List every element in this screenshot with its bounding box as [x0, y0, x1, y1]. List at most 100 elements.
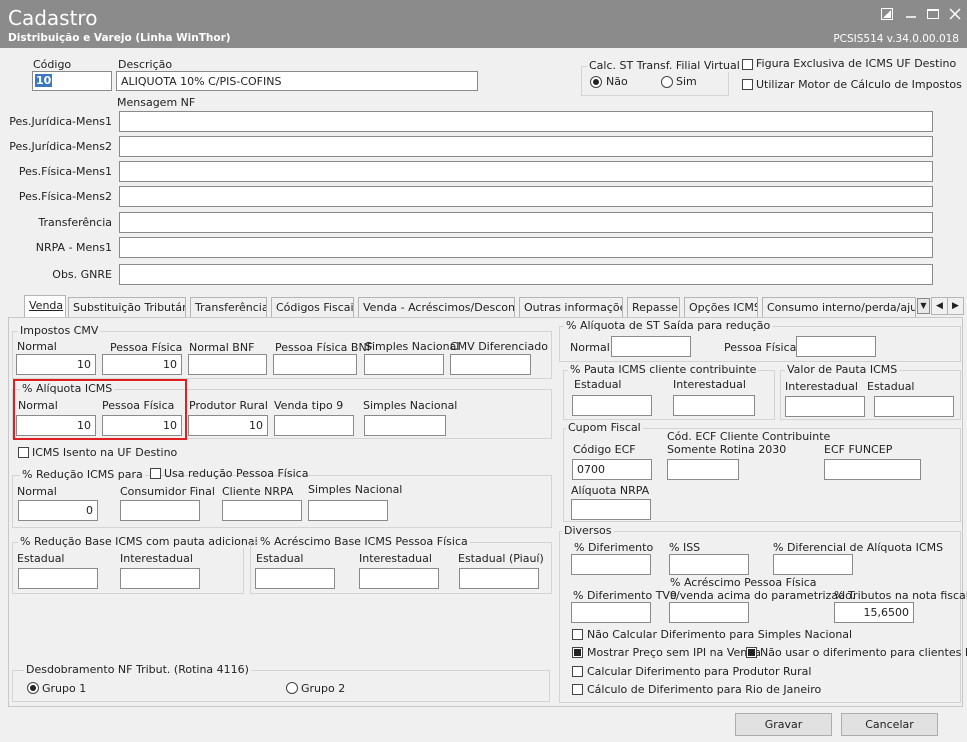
nao-calcular-checkbox[interactable] — [572, 629, 583, 640]
aliquota-nrpa-input[interactable] — [571, 499, 651, 520]
figura-exclusiva-checkbox[interactable] — [742, 59, 753, 70]
vp-interestadual-label: Interestadual — [785, 380, 858, 393]
calculo-rj-checkbox[interactable] — [572, 684, 583, 695]
minimize-icon[interactable] — [904, 8, 918, 22]
red-simples-input[interactable] — [308, 500, 388, 521]
iss-input[interactable] — [669, 554, 749, 575]
restore-icon[interactable] — [880, 8, 894, 22]
cmv-simples-input[interactable] — [364, 354, 444, 375]
tab-2[interactable]: Transferência — [190, 297, 267, 317]
codigo-ecf-input[interactable]: 0700 — [572, 459, 652, 480]
tab-4[interactable]: Venda - Acréscimos/Descontos — [358, 297, 515, 317]
calcular-produtor-checkbox[interactable] — [572, 666, 583, 677]
grupo1-label: Grupo 1 — [42, 682, 87, 695]
nao-usar-label: Não usar o diferimento para clientes MEI — [760, 646, 967, 659]
pauta-icms-title: % Pauta ICMS cliente contribuinte — [568, 363, 759, 376]
tab-scroll-right-icon[interactable]: ▶ — [947, 297, 964, 315]
dif-aliquota-input[interactable] — [773, 554, 853, 575]
calcular-produtor-label: Calcular Diferimento para Produtor Rural — [587, 665, 812, 678]
ab-piaui-input[interactable] — [459, 568, 539, 589]
aliq-produtor-input[interactable]: 10 — [188, 415, 268, 436]
tab-3[interactable]: Códigos Fiscais — [271, 297, 354, 317]
ab-interestadual-input[interactable] — [359, 568, 439, 589]
aliquota-st-title: % Alíquota de ST Saída para redução — [564, 319, 773, 332]
cancelar-button[interactable]: Cancelar — [841, 713, 938, 736]
calc-st-sim-radio[interactable] — [661, 76, 673, 88]
rb-estadual-input[interactable] — [18, 568, 98, 589]
acrescimo-pf-label-2: c/venda acima do parametrizado. — [670, 589, 856, 602]
message-input[interactable] — [119, 161, 933, 182]
gravar-button[interactable]: Gravar — [735, 713, 832, 736]
diferimento-tv9-input[interactable] — [571, 602, 651, 623]
diversos-title: Diversos — [562, 524, 614, 537]
ecf-funcep-input[interactable] — [824, 459, 921, 480]
st-pf-label: Pessoa Física — [724, 341, 797, 354]
message-input[interactable] — [119, 264, 933, 285]
cmv-pf-label: Pessoa Física — [110, 341, 183, 354]
cmv-diferenciado-input[interactable] — [450, 354, 531, 375]
tab-dropdown-icon[interactable]: ▼ — [917, 298, 930, 314]
calculo-rj-label: Cálculo de Diferimento para Rio de Janei… — [587, 683, 822, 696]
aliq-venda9-input[interactable] — [274, 415, 354, 436]
dif-aliquota-label: % Diferencial de Alíquota ICMS — [773, 541, 944, 554]
message-input[interactable] — [119, 212, 933, 233]
message-input[interactable] — [119, 111, 933, 132]
calc-st-nao-radio[interactable] — [590, 76, 602, 88]
st-pf-input[interactable] — [796, 336, 876, 357]
rb-interestadual-input[interactable] — [120, 568, 200, 589]
cod-ecf-cliente-input[interactable] — [667, 459, 739, 480]
cmv-pfbnf-label: Pessoa Física BNF — [275, 341, 373, 354]
mostrar-preco-checkbox[interactable] — [572, 647, 583, 658]
pauta-interestadual-input[interactable] — [673, 395, 755, 416]
cmv-pf-input[interactable]: 10 — [102, 354, 182, 375]
maximize-icon[interactable] — [926, 8, 940, 22]
descricao-input[interactable]: ALIQUOTA 10% C/PIS-COFINS — [116, 71, 478, 91]
usa-reducao-checkbox[interactable] — [150, 468, 161, 479]
grupo1-radio[interactable] — [27, 682, 39, 694]
tab-scroll-left-icon[interactable]: ◀ — [931, 297, 948, 315]
tab-8[interactable]: Consumo interno/perda/ajuste — [762, 297, 916, 317]
icms-isento-label: ICMS Isento na UF Destino — [32, 446, 178, 459]
acrescimo-pf-input[interactable] — [669, 602, 749, 623]
icms-isento-checkbox[interactable] — [18, 447, 29, 458]
tributos-input[interactable]: 15,6500 — [834, 602, 914, 623]
cmv-bnf-input[interactable] — [188, 354, 267, 375]
descricao-label: Descrição — [118, 58, 173, 71]
tab-7[interactable]: Opções ICMS — [684, 297, 758, 317]
aliq-simples-input[interactable] — [364, 415, 446, 436]
tab-0[interactable]: Venda — [24, 295, 66, 318]
message-input[interactable] — [119, 136, 933, 157]
red-nrpa-input[interactable] — [222, 500, 302, 521]
window-title: Cadastro — [8, 6, 98, 30]
red-consumidor-input[interactable] — [120, 500, 200, 521]
usa-reducao-label: Usa redução Pessoa Física — [164, 467, 309, 480]
tab-6[interactable]: Repasse — [627, 297, 680, 317]
tab-5[interactable]: Outras informações — [519, 297, 623, 317]
message-label: Pes.Física-Mens1 — [18, 165, 112, 178]
ab-estadual-input[interactable] — [255, 568, 335, 589]
grupo2-radio[interactable] — [286, 682, 298, 694]
red-normal-input[interactable]: 0 — [18, 500, 98, 521]
vp-estadual-input[interactable] — [874, 396, 954, 417]
codigo-label: Código — [33, 58, 72, 71]
grupo2-label: Grupo 2 — [301, 682, 346, 695]
message-input[interactable] — [119, 237, 933, 258]
cmv-simples-label: Simples Nacional — [365, 340, 460, 353]
tab-1[interactable]: Substituição Tributária — [68, 297, 186, 317]
message-label: Transferência — [38, 216, 112, 229]
close-icon[interactable] — [948, 8, 962, 22]
ab-interestadual-label: Interestadual — [359, 552, 432, 565]
message-input[interactable] — [119, 186, 933, 207]
pauta-estadual-input[interactable] — [572, 395, 652, 416]
cmv-bnf-label: Normal BNF — [189, 341, 255, 354]
nao-usar-checkbox[interactable] — [746, 647, 757, 658]
codigo-input[interactable]: 10 — [32, 71, 112, 91]
cmv-normal-input[interactable]: 10 — [16, 354, 96, 375]
vp-interestadual-input[interactable] — [785, 396, 865, 417]
st-normal-input[interactable] — [611, 336, 691, 357]
impostos-cmv-title: Impostos CMV — [18, 324, 101, 337]
utilizar-motor-checkbox[interactable] — [742, 79, 753, 90]
cmv-pfbnf-input[interactable] — [273, 354, 357, 375]
nao-calcular-label: Não Calcular Diferimento para Simples Na… — [587, 628, 853, 641]
diferimento-input[interactable] — [571, 554, 651, 575]
